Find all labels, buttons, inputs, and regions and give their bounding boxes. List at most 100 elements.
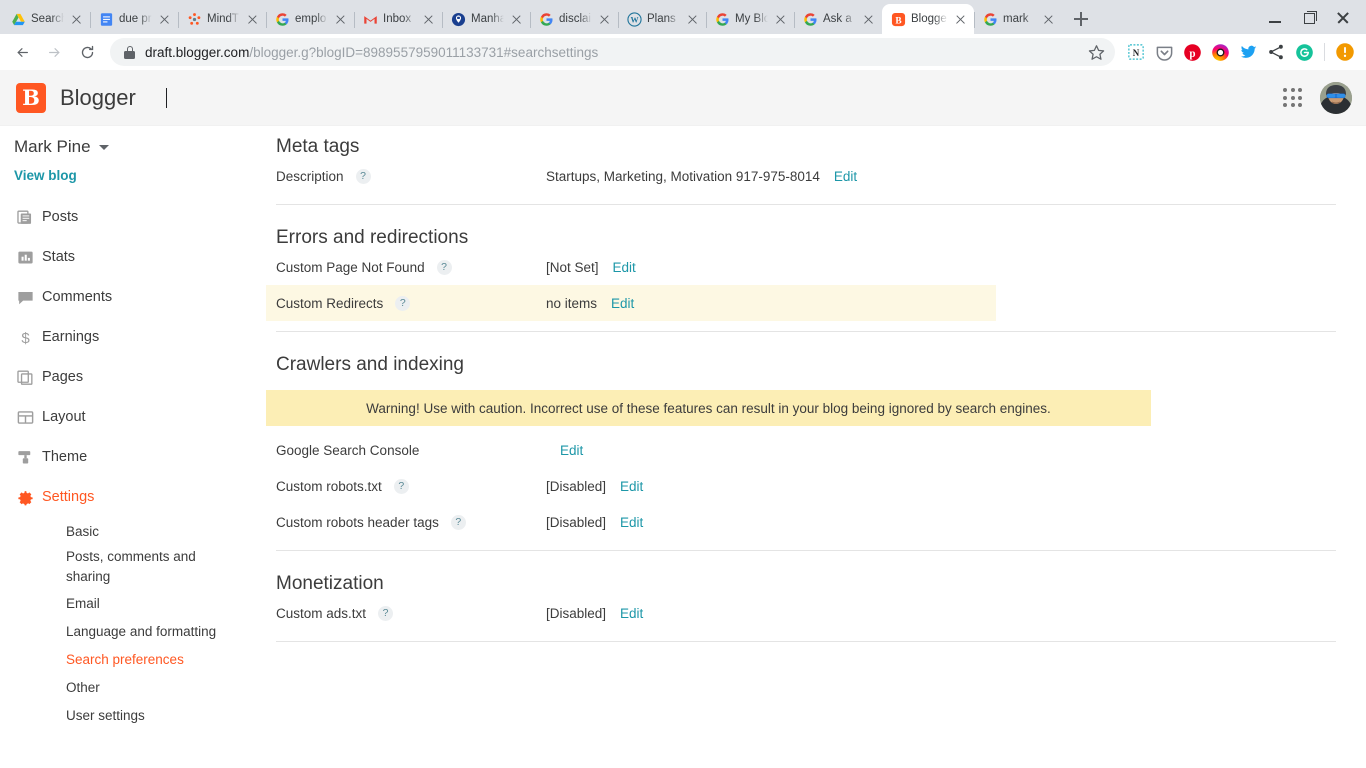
blogger-logo-icon[interactable]: B: [16, 82, 46, 113]
close-tab-button[interactable]: [509, 12, 524, 27]
sidebar-item-earnings[interactable]: $ Earnings: [0, 317, 256, 357]
chevron-down-icon: [98, 144, 109, 150]
sidebar-subitem-search-preferences[interactable]: Search preferences: [0, 645, 256, 673]
sidebar-item-comments[interactable]: Comments: [0, 277, 256, 317]
sidebar-item-stats[interactable]: Stats: [0, 237, 256, 277]
browser-tab[interactable]: Manha: [442, 4, 530, 34]
apps-grid-icon[interactable]: [1283, 88, 1302, 107]
edit-link[interactable]: Edit: [834, 169, 857, 184]
profile-alert-icon[interactable]: [1332, 39, 1358, 65]
edit-link[interactable]: Edit: [620, 606, 643, 621]
help-icon[interactable]: ?: [450, 514, 466, 530]
browser-tab[interactable]: My Blo: [706, 4, 794, 34]
bookmark-star-icon[interactable]: [1088, 44, 1105, 61]
tab-title: Plans: [647, 13, 676, 25]
browser-tab[interactable]: due pr: [90, 4, 178, 34]
browser-tab[interactable]: MindT: [178, 4, 266, 34]
notion-icon[interactable]: N: [1123, 39, 1149, 65]
toolbar-divider: [1324, 43, 1325, 61]
instagram-icon[interactable]: [1207, 39, 1233, 65]
blog-selector[interactable]: Mark Pine: [0, 134, 256, 160]
share-icon[interactable]: [1263, 39, 1289, 65]
sidebar-item-posts[interactable]: Posts: [0, 197, 256, 237]
grammarly-icon[interactable]: [1291, 39, 1317, 65]
browser-tab[interactable]: disclai: [530, 4, 618, 34]
browser-tab[interactable]: Search: [2, 4, 90, 34]
blogger-icon: B: [891, 12, 906, 27]
close-tab-button[interactable]: [953, 12, 968, 27]
close-tab-button[interactable]: [69, 12, 84, 27]
sidebar-item-label: Earnings: [42, 329, 100, 345]
sidebar-item-theme[interactable]: Theme: [0, 437, 256, 477]
close-tab-button[interactable]: [1041, 12, 1056, 27]
sidebar-subitem-posts-comments-and-sharing[interactable]: Posts, comments and sharing: [0, 545, 256, 589]
edit-link[interactable]: Edit: [560, 443, 583, 458]
google-icon: [715, 12, 730, 27]
blogger-app: B Blogger Mark Pine View blog Posts Stat…: [0, 70, 1366, 768]
svg-text:W: W: [630, 15, 638, 24]
sidebar-item-label: Posts: [42, 209, 79, 225]
avatar[interactable]: [1320, 81, 1352, 114]
close-tab-button[interactable]: [245, 12, 260, 27]
browser-tab[interactable]: B Blogge: [882, 4, 974, 34]
close-tab-button[interactable]: [421, 12, 436, 27]
help-icon[interactable]: ?: [355, 168, 371, 184]
edit-link[interactable]: Edit: [613, 260, 636, 275]
address-bar[interactable]: draft.blogger.com/blogger.g?blogID=89895…: [110, 38, 1115, 66]
help-icon[interactable]: ?: [378, 605, 394, 621]
maximize-button[interactable]: [1292, 2, 1326, 32]
sidebar-subitem-other[interactable]: Other: [0, 673, 256, 701]
twitter-icon[interactable]: [1235, 39, 1261, 65]
close-tab-button[interactable]: [773, 12, 788, 27]
close-tab-button[interactable]: [157, 12, 172, 27]
sidebar-subitem-email[interactable]: Email: [0, 589, 256, 617]
edit-link[interactable]: Edit: [611, 296, 634, 311]
sidebar-subitem-basic[interactable]: Basic: [0, 517, 256, 545]
sidebar-item-layout[interactable]: Layout: [0, 397, 256, 437]
tab-separator: [706, 12, 707, 28]
browser-tab[interactable]: mark: [974, 4, 1062, 34]
url-text: draft.blogger.com/blogger.g?blogID=89895…: [145, 45, 1078, 60]
close-window-button[interactable]: [1326, 2, 1360, 32]
sidebar-item-settings[interactable]: Settings: [0, 477, 256, 517]
svg-text:N: N: [1133, 48, 1140, 58]
layout-icon: [16, 408, 42, 427]
close-tab-button[interactable]: [861, 12, 876, 27]
pinterest-icon[interactable]: p: [1179, 39, 1205, 65]
sidebar-item-label: Stats: [42, 249, 76, 265]
back-button[interactable]: [8, 37, 38, 67]
page-title: Blogger: [60, 84, 136, 110]
setting-label: Custom ads.txt: [276, 605, 367, 621]
settings-rows: Google Search Console Edit Custom robots.t…: [266, 432, 1366, 540]
help-icon[interactable]: ?: [395, 295, 411, 311]
pocket-icon[interactable]: [1151, 39, 1177, 65]
pages-icon: [16, 368, 42, 387]
close-tab-button[interactable]: [685, 12, 700, 27]
sidebar-item-label: Settings: [42, 489, 95, 505]
setting-value: no items: [546, 295, 598, 311]
browser-tab[interactable]: Inbox: [354, 4, 442, 34]
edit-link[interactable]: Edit: [620, 515, 643, 530]
sidebar-subitem-user-settings[interactable]: User settings: [0, 701, 256, 729]
view-blog-link[interactable]: View blog: [0, 160, 256, 183]
edit-link[interactable]: Edit: [620, 479, 643, 494]
browser-tab[interactable]: Ask a: [794, 4, 882, 34]
sidebar-nav: Posts Stats Comments $ Earnings Pages Layout Th…: [0, 197, 256, 517]
sidebar-item-pages[interactable]: Pages: [0, 357, 256, 397]
settings-subnav: Basic Posts, comments and sharing Email Lan…: [0, 517, 256, 729]
browser-tab[interactable]: W Plans: [618, 4, 706, 34]
tab-title: Manha: [471, 13, 504, 25]
browser-tab[interactable]: emplo: [266, 4, 354, 34]
new-tab-button[interactable]: [1068, 6, 1094, 32]
close-tab-button[interactable]: [597, 12, 612, 27]
mindtools-icon: [187, 12, 202, 27]
help-icon[interactable]: ?: [393, 478, 409, 494]
help-icon[interactable]: ?: [436, 259, 452, 275]
close-tab-button[interactable]: [333, 12, 348, 27]
text-caret: [165, 87, 167, 108]
reload-button[interactable]: [72, 37, 102, 67]
setting-value: [Disabled]: [546, 605, 607, 621]
minimize-button[interactable]: [1258, 2, 1292, 32]
settings-row: Custom Redirects? no items Edit: [266, 285, 996, 321]
sidebar-subitem-language-and-formatting[interactable]: Language and formatting: [0, 617, 256, 645]
